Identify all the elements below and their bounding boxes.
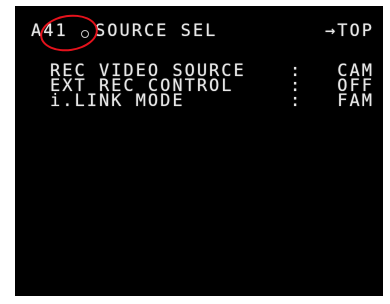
menu-row-ilink-mode[interactable]: i.LINK MODE : FAM <box>50 91 374 111</box>
monitor-screen: A41 SOURCE SEL →TOP REC VIDEO SOURCE : C… <box>15 6 383 296</box>
top-link[interactable]: →TOP <box>325 23 374 40</box>
red-circle-annotation <box>37 11 101 55</box>
menu-title: SOURCE SEL <box>95 21 218 41</box>
menu-row-colon: : <box>290 91 303 111</box>
menu-row-label: i.LINK MODE <box>50 91 185 111</box>
menu-items: REC VIDEO SOURCE : CAM EXT REC CONTROL :… <box>50 63 374 111</box>
menu-row-value[interactable]: FAM <box>337 93 374 110</box>
